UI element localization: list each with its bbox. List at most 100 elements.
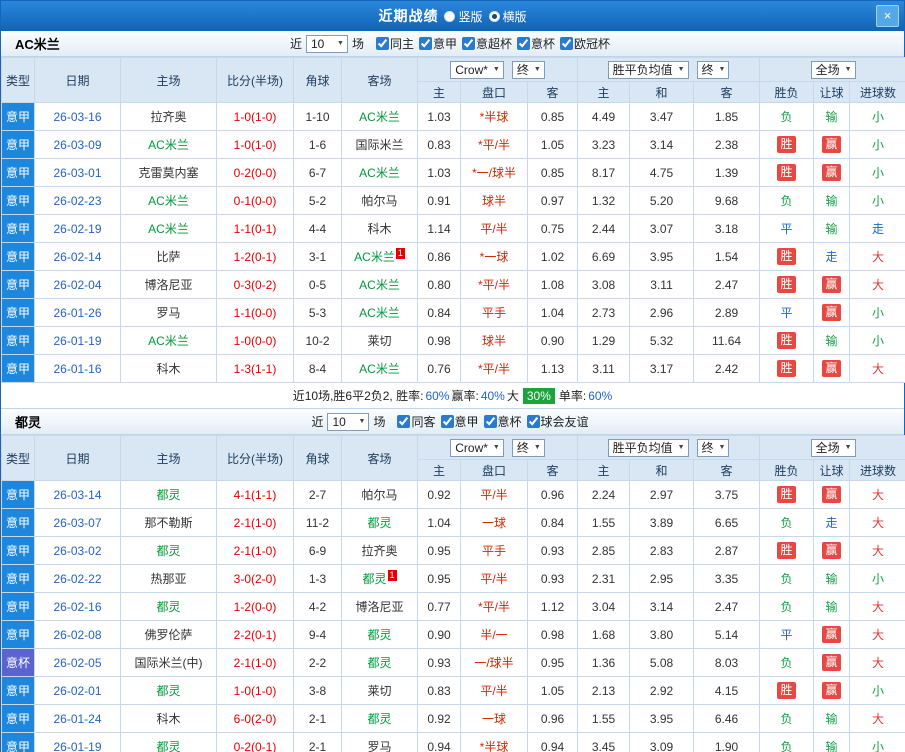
team-name: 都灵 [15,415,42,430]
draw-odds: 3.95 [629,242,695,271]
match-date: 26-02-22 [34,564,121,593]
big-rate-badge: 30% [522,387,555,404]
title-group: 近期战绩 竖版 横版 [378,6,526,26]
red-card-count: 1 [387,570,397,581]
lose-odds: 2.87 [693,536,761,565]
match-date: 26-03-02 [34,536,121,565]
score: 0-2(0-0) [216,158,294,187]
filter-同主[interactable]: 同主 [375,35,414,52]
match-date: 26-03-01 [34,158,121,187]
score: 1-2(0-0) [216,592,294,621]
filter-checkbox[interactable] [397,415,411,428]
close-button[interactable]: × [876,5,899,27]
home-team: 国际米兰(中) [120,648,217,677]
layout-radio-vertical[interactable]: 竖版 [444,8,483,25]
wdl-group-header: 胜平负均值 ▼ 终 ▼ [577,435,761,460]
dialog-title: 近期战绩 [378,8,439,24]
result: 胜 [759,536,815,565]
result: 负 [759,564,815,593]
home-team: 都灵 [120,592,217,621]
away-team: 国际米兰 [341,130,418,159]
final-odds-dropdown[interactable]: 终 ▼ [511,60,545,79]
win-odds: 4.49 [577,102,631,131]
col-handicap: 盘口 [460,459,528,481]
final-wdl-dropdown[interactable]: 终 ▼ [696,438,730,457]
win-odds: 1.55 [577,508,631,537]
goals-result: 大 [849,648,905,677]
result: 胜 [759,130,815,159]
goals-result: 大 [849,354,905,383]
filter-欧冠杯[interactable]: 欧冠杯 [560,35,610,52]
filter-label: 意甲 [454,415,479,429]
handicap-result: 输 [813,592,851,621]
col-type: 类型 [1,57,35,103]
score: 2-2(0-1) [216,620,294,649]
filter-label: 球会友谊 [540,415,589,429]
section-controls: 近 10 ▼ 场 同主 意甲 意超杯 意杯 欧冠杯 [290,34,615,53]
handicap-result: 赢 [813,536,851,565]
summary-text: 近10场,胜6平2负2, 胜率: [292,389,424,403]
final-wdl-dropdown[interactable]: 终 ▼ [696,60,730,79]
home-team: AC米兰 [120,326,217,355]
match-count-dropdown[interactable]: 10 ▼ [305,34,348,53]
match-row: 意甲 26-02-16 都灵 1-2(0-0) 4-2 博洛尼亚 0.77 *平/半 1.12 3… [1,592,905,621]
league-badge: 意甲 [1,620,35,649]
handicap-result: 走 [813,242,851,271]
filter-checkbox[interactable] [375,37,389,50]
draw-odds: 5.20 [629,186,695,215]
match-date: 26-01-24 [34,704,121,733]
filter-意杯[interactable]: 意杯 [517,35,555,52]
filter-group: 同主 意甲 意超杯 意杯 欧冠杯 [375,35,615,52]
win-odds: 3.11 [577,354,631,383]
win-odds: 1.36 [577,648,631,677]
away-odds: 1.05 [526,676,579,705]
filter-checkbox[interactable] [440,415,454,428]
handicap: 平/半 [460,676,528,705]
goals-result: 大 [849,704,905,733]
filter-意杯[interactable]: 意杯 [483,413,522,430]
handicap-result: 赢 [813,158,851,187]
result: 负 [759,592,815,621]
match-date: 26-02-23 [34,186,121,215]
summary-text: 大 [506,389,519,403]
match-date: 26-01-19 [34,732,121,752]
match-count-dropdown[interactable]: 10 ▼ [327,412,370,431]
wdl-average-dropdown[interactable]: 胜平负均值 ▼ [607,60,689,79]
filter-意甲[interactable]: 意甲 [418,35,457,52]
odds-company-dropdown[interactable]: Crow* ▼ [450,60,504,79]
col-home-odds: 主 [417,81,461,103]
filter-checkbox[interactable] [483,415,497,428]
filter-checkbox[interactable] [560,37,574,50]
red-card-count: 1 [395,248,405,259]
filter-checkbox[interactable] [418,37,432,50]
away-odds: 1.04 [526,298,579,327]
wdl-average-dropdown[interactable]: 胜平负均值 ▼ [607,438,689,457]
handicap: *平/半 [460,354,528,383]
result: 胜 [759,676,815,705]
league-badge: 意甲 [1,536,35,565]
summary-bar: 近10场,胜6平2负2, 胜率: 60% 赢率: 40% 大 30% 单率: 60% [1,383,904,409]
win-odds: 3.08 [577,270,631,299]
lose-odds: 2.89 [693,298,761,327]
filter-意甲[interactable]: 意甲 [440,413,479,430]
odds-company-dropdown[interactable]: Crow* ▼ [450,438,504,457]
close-icon: × [883,8,892,23]
win-odds: 3.04 [577,592,631,621]
col-score: 比分(半场) [216,435,294,481]
filter-label: 意甲 [432,37,457,51]
filter-同客[interactable]: 同客 [397,413,436,430]
full-match-dropdown[interactable]: 全场 ▼ [810,60,856,79]
filter-意超杯[interactable]: 意超杯 [462,35,512,52]
filter-球会友谊[interactable]: 球会友谊 [526,413,589,430]
home-odds: 0.92 [417,480,461,509]
filter-checkbox[interactable] [462,37,475,50]
draw-odds: 5.32 [629,326,695,355]
final-odds-dropdown[interactable]: 终 ▼ [511,438,545,457]
draw-odds: 3.47 [629,102,695,131]
home-team: 科木 [120,704,217,733]
filter-checkbox[interactable] [517,37,531,50]
full-match-dropdown[interactable]: 全场 ▼ [810,438,856,457]
radio-checked-icon [488,10,500,22]
layout-radio-horizontal[interactable]: 横版 [488,8,527,25]
filter-checkbox[interactable] [526,415,540,428]
